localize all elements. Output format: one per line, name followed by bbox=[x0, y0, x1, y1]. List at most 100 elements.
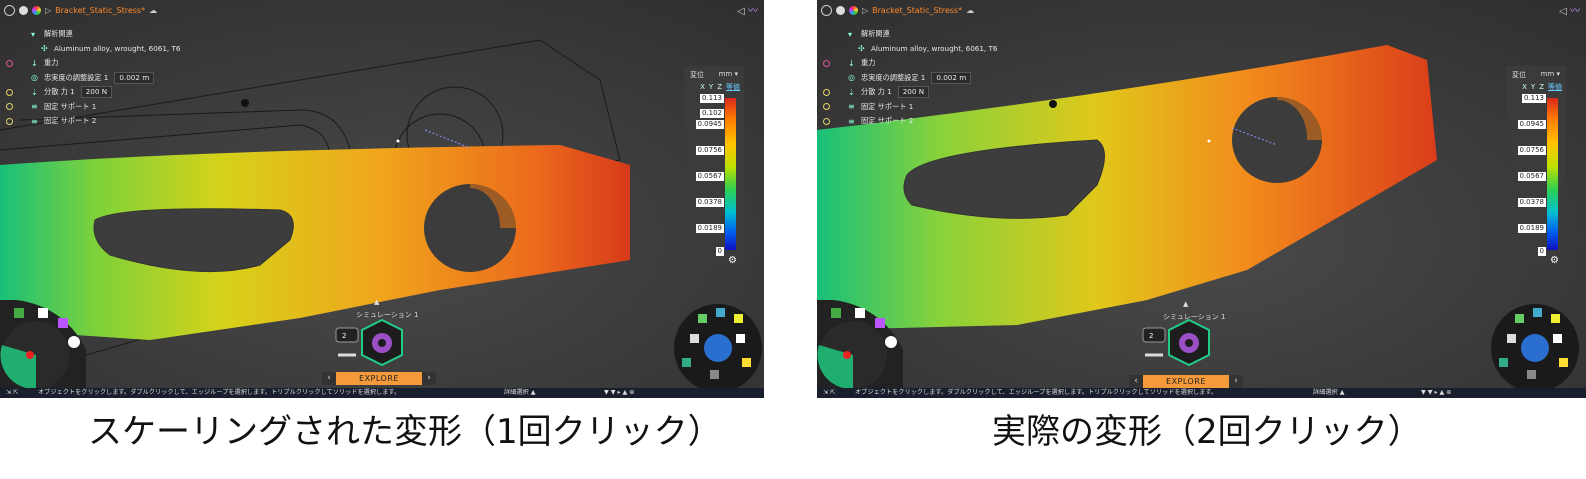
status-icons[interactable]: ⇲ ⇱ bbox=[823, 388, 835, 398]
tree-item-refinement[interactable]: ◎ 忠実度の調整設定 1 0.002 m bbox=[6, 71, 180, 86]
material-icon: ✣ bbox=[41, 44, 48, 54]
explore-next-icon[interactable]: › bbox=[1229, 375, 1243, 388]
tree-item-force[interactable]: ⇣ 分散 力 1 200 N bbox=[6, 85, 180, 100]
visibility-eye-icon[interactable] bbox=[836, 5, 845, 15]
refinement-icon: ◎ bbox=[31, 73, 38, 83]
tree-item-gravity[interactable]: ↓ 重力 bbox=[823, 56, 997, 71]
legend-tick: 0.0189 bbox=[1517, 224, 1546, 233]
legend-tick: 0.0756 bbox=[695, 146, 724, 155]
tree-item-gravity[interactable]: ↓ 重力 bbox=[6, 56, 180, 71]
graph-window-icon[interactable]: 〰 bbox=[1570, 6, 1580, 17]
tree-root[interactable]: ▾ 解析関連 bbox=[823, 27, 997, 42]
view-nav-wheel[interactable] bbox=[817, 300, 903, 390]
legend-tick: 0.0567 bbox=[695, 172, 724, 181]
expand-up-icon[interactable]: ▲ bbox=[374, 298, 379, 306]
tree-item-support2[interactable]: ≡ 固定 サポート 2 bbox=[6, 114, 180, 129]
legend-settings-gear-icon[interactable]: ⚙ bbox=[1550, 256, 1560, 266]
axis-x[interactable]: X bbox=[700, 83, 705, 91]
left-screenshot-panel: ▷ Bracket_Static_Stress* ☁ ◁ 〰 ▾ 解析関連 ✣ Al… bbox=[0, 0, 764, 398]
document-title: Bracket_Static_Stress* bbox=[55, 5, 146, 15]
top-right-tools: ◁ 〰 bbox=[1559, 2, 1580, 17]
tree-item-material[interactable]: ✣ Aluminum alloy, wrought, 6061, T6 bbox=[823, 42, 997, 57]
legend-tick: 0 bbox=[1537, 247, 1546, 256]
tools-wheel[interactable] bbox=[672, 298, 762, 390]
cloud-icon[interactable]: ☁ bbox=[149, 6, 157, 15]
tree-item-support1[interactable]: ≡ 固定 サポート 1 bbox=[823, 100, 997, 115]
legend-color-bar bbox=[1547, 98, 1558, 250]
axis-y[interactable]: Y bbox=[709, 83, 713, 91]
tree-item-material[interactable]: ✣ Aluminum alloy, wrought, 6061, T6 bbox=[6, 42, 180, 57]
settings-gear-icon[interactable] bbox=[4, 4, 15, 16]
gravity-icon: ↓ bbox=[848, 58, 855, 68]
color-wheel-icon[interactable] bbox=[32, 5, 41, 15]
visibility-eye-icon[interactable] bbox=[19, 5, 28, 15]
material-icon: ✣ bbox=[858, 44, 865, 54]
settings-gear-icon[interactable] bbox=[821, 4, 832, 16]
legend-ticks: 0.113 0.102 0.0945 0.0756 0.0567 0.0378 … bbox=[688, 94, 724, 256]
force-icon: ⇣ bbox=[31, 87, 38, 97]
graph-window-icon[interactable]: 〰 bbox=[748, 6, 758, 17]
status-tools[interactable]: ▼ ▼ ▸ ▲ ⊕ bbox=[604, 388, 634, 398]
legend-tick: 0.0756 bbox=[1517, 146, 1546, 155]
analysis-folder-icon: ▾ bbox=[31, 29, 36, 39]
collapse-left-icon[interactable]: ◁ bbox=[1559, 6, 1567, 17]
explore-tab[interactable]: EXPLORE bbox=[336, 372, 422, 385]
status-message: オブジェクトをクリックします。ダブルクリックして、エッジループを選択します。トリ… bbox=[855, 389, 1218, 396]
axis-x[interactable]: X bbox=[1522, 83, 1527, 91]
legend-ticks: 0.113 0.0945 0.0756 0.0567 0.0378 0.0189… bbox=[1510, 94, 1546, 256]
browser-tree: ▾ 解析関連 ✣ Aluminum alloy, wrought, 6061, T6… bbox=[6, 27, 180, 129]
legend-unit-select[interactable]: mm ▾ bbox=[1541, 70, 1560, 78]
axis-z[interactable]: Z bbox=[717, 83, 722, 91]
tree-item-support2[interactable]: ≡ 固定 サポート 2 bbox=[823, 114, 997, 129]
force-value[interactable]: 200 N bbox=[897, 86, 930, 99]
box-icon bbox=[875, 318, 885, 328]
status-icons[interactable]: ⇲ ⇱ bbox=[6, 388, 18, 398]
tree-item-support1[interactable]: ≡ 固定 サポート 1 bbox=[6, 100, 180, 115]
axis-magnitude[interactable]: 等値 bbox=[726, 83, 740, 91]
status-tools[interactable]: ▼ ▼ ▸ ▲ ⊕ bbox=[1421, 388, 1451, 398]
legend-tick: 0.113 bbox=[1521, 94, 1546, 103]
simulation-label: シミュレーション 1 bbox=[1163, 313, 1226, 321]
legend-settings-gear-icon[interactable]: ⚙ bbox=[728, 256, 738, 266]
status-message: オブジェクトをクリックします。ダブルクリックして、エッジループを選択します。トリ… bbox=[38, 389, 401, 396]
legend-unit-select[interactable]: mm ▾ bbox=[719, 70, 738, 78]
wheel-badge: 2 bbox=[342, 332, 347, 340]
selection-filter[interactable]: 詳細選択 ▲ bbox=[504, 388, 535, 398]
explore-prev-icon[interactable]: ‹ bbox=[322, 372, 336, 385]
color-wheel-icon[interactable] bbox=[849, 5, 858, 15]
top-right-tools: ◁ 〰 bbox=[737, 2, 758, 17]
legend-axes: X Y Z 等値 bbox=[1518, 82, 1562, 92]
legend-color-bar bbox=[725, 98, 736, 250]
expand-up-icon[interactable]: ▲ bbox=[1183, 300, 1188, 308]
explore-next-icon[interactable]: › bbox=[422, 372, 436, 385]
home-icon bbox=[855, 308, 865, 318]
force-value[interactable]: 200 N bbox=[80, 86, 113, 99]
status-bar: ⇲ ⇱ オブジェクトをクリックします。ダブルクリックして、エッジループを選択しま… bbox=[0, 388, 764, 398]
explore-tab[interactable]: EXPLORE bbox=[1143, 375, 1229, 388]
tree-item-force[interactable]: ⇣ 分散 力 1 200 N bbox=[823, 85, 997, 100]
displacement-legend: 変位 mm ▾ X Y Z 等値 0.113 0.0945 0.0756 0.0567… bbox=[1506, 66, 1566, 271]
legend-tick: 0.0378 bbox=[1517, 198, 1546, 207]
refinement-value[interactable]: 0.002 m bbox=[114, 71, 155, 84]
selection-filter[interactable]: 詳細選択 ▲ bbox=[1313, 388, 1344, 398]
support-icon: ≡ bbox=[31, 102, 38, 112]
play-triangle-icon[interactable]: ▷ bbox=[862, 6, 868, 15]
status-bar: ⇲ ⇱ オブジェクトをクリックします。ダブルクリックして、エッジループを選択しま… bbox=[817, 388, 1586, 398]
tree-root[interactable]: ▾ 解析関連 bbox=[6, 27, 180, 42]
refinement-value[interactable]: 0.002 m bbox=[931, 71, 972, 84]
view-nav-wheel[interactable] bbox=[0, 300, 86, 390]
collapse-left-icon[interactable]: ◁ bbox=[737, 6, 745, 17]
explore-prev-icon[interactable]: ‹ bbox=[1129, 375, 1143, 388]
support-icon: ≡ bbox=[31, 116, 38, 126]
legend-tick: 0.0945 bbox=[695, 120, 724, 129]
support-icon: ≡ bbox=[848, 102, 855, 112]
cube-icon bbox=[14, 308, 24, 318]
axis-magnitude[interactable]: 等値 bbox=[1548, 83, 1562, 91]
tools-wheel[interactable] bbox=[1489, 298, 1579, 390]
cube-icon bbox=[831, 308, 841, 318]
axis-z[interactable]: Z bbox=[1539, 83, 1544, 91]
play-triangle-icon[interactable]: ▷ bbox=[45, 6, 51, 15]
cloud-icon[interactable]: ☁ bbox=[966, 6, 974, 15]
axis-y[interactable]: Y bbox=[1531, 83, 1535, 91]
tree-item-refinement[interactable]: ◎ 忠実度の調整設定 1 0.002 m bbox=[823, 71, 997, 86]
